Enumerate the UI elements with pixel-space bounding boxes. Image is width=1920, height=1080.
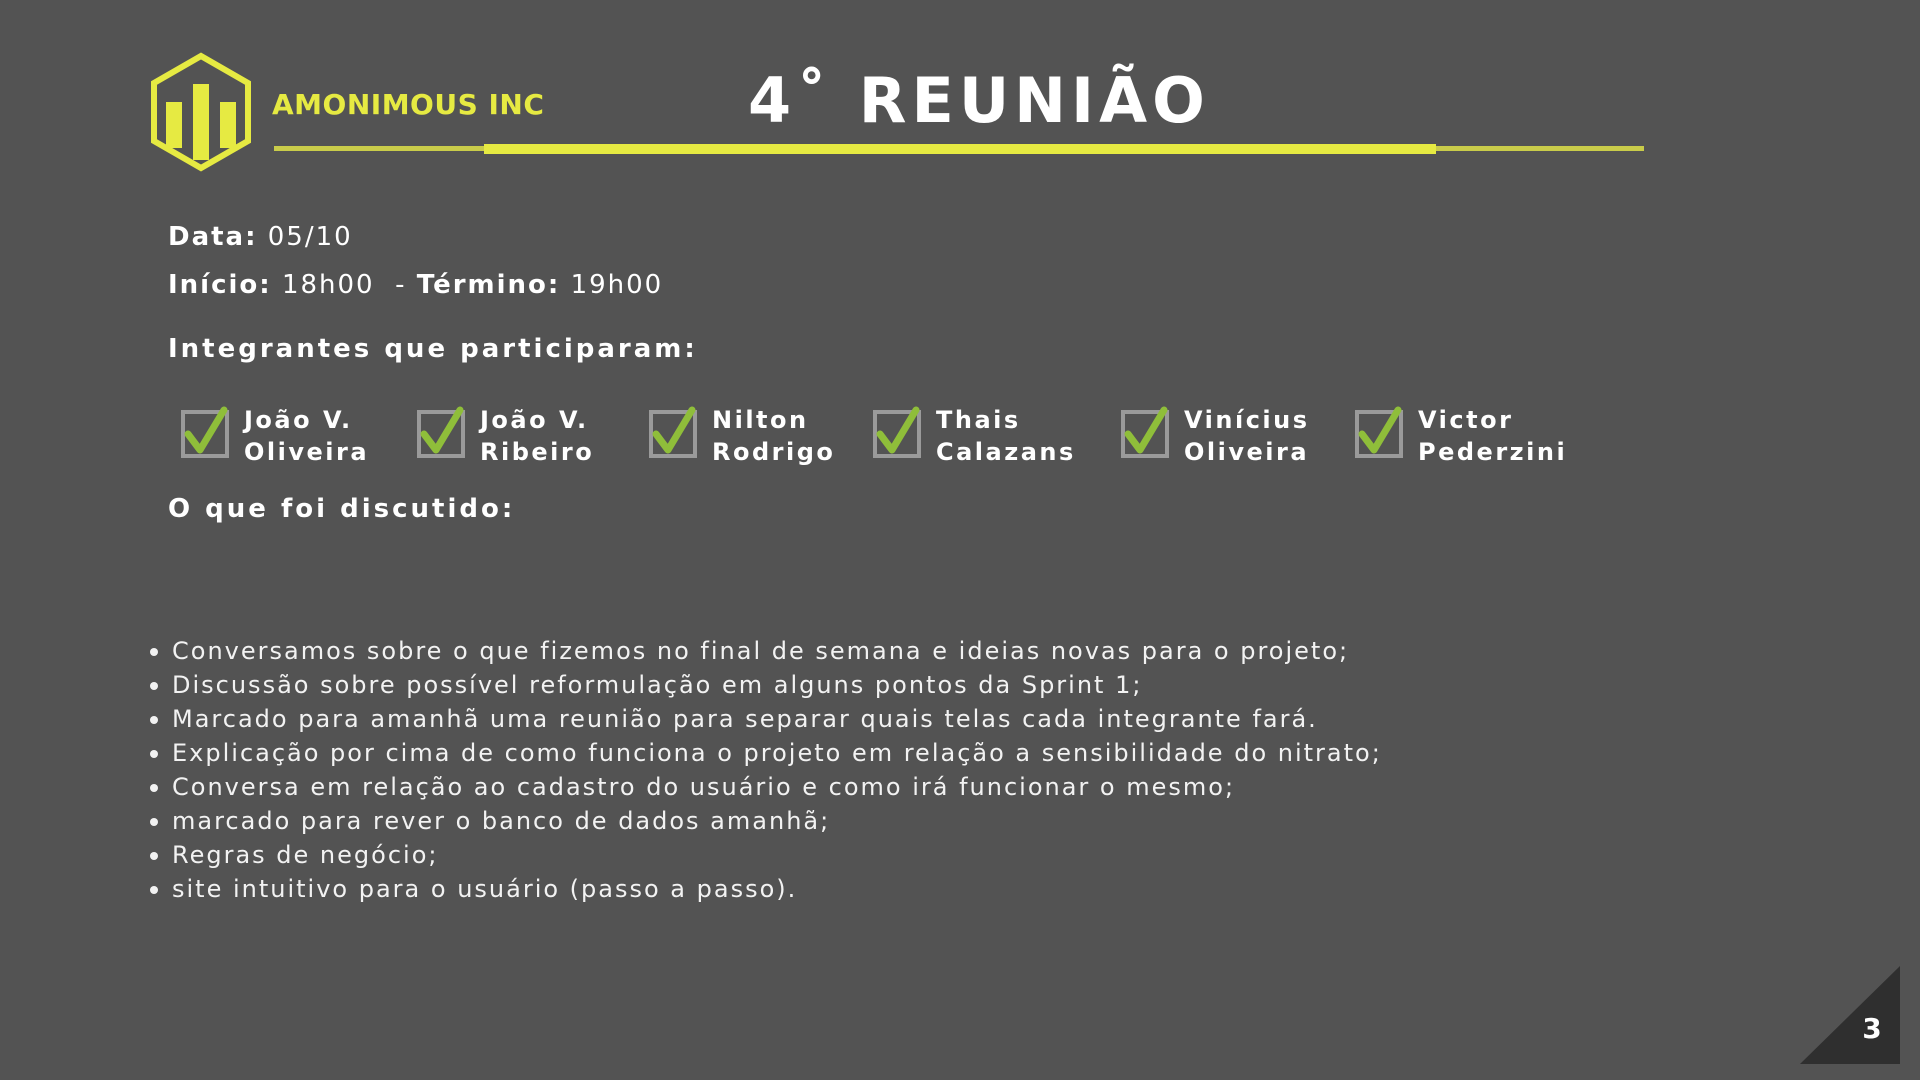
participant-name: Thais Calazans	[936, 406, 1076, 466]
page-number: 3	[1862, 1012, 1882, 1045]
checked-checkbox-icon	[873, 406, 921, 458]
meeting-date: Data: 05/10	[168, 224, 353, 250]
page-title: 4˚ REUNIÃO	[748, 64, 1210, 137]
discussed-list: Conversamos sobre o que fizemos no final…	[148, 634, 1648, 906]
start-value: 18h00	[281, 270, 375, 300]
participant-item: Victor Pederzini	[1354, 404, 1567, 466]
time-separator: -	[395, 270, 407, 300]
participants-heading: Integrantes que participaram:	[168, 334, 698, 364]
participant-name: João V. Oliveira	[244, 406, 370, 466]
meeting-time: Início: 18h00 - Término: 19h00	[168, 272, 663, 298]
discussed-heading: O que foi discutido:	[168, 494, 516, 524]
checked-checkbox-icon	[1121, 406, 1169, 458]
participant-item: João V. Oliveira	[180, 404, 369, 466]
participant-item: Vinícius Oliveira	[1120, 404, 1310, 466]
checked-checkbox-icon	[181, 406, 229, 458]
list-item: Conversamos sobre o que fizemos no final…	[148, 634, 1648, 668]
list-item: Regras de negócio;	[148, 838, 1648, 872]
end-value: 19h00	[570, 270, 664, 300]
brand-name: AMONIMOUS INC	[272, 88, 545, 121]
participant-item: Nilton Rodrigo	[648, 404, 835, 466]
participant-name: Vinícius Oliveira	[1184, 406, 1310, 466]
list-item: Explicação por cima de como funciona o p…	[148, 736, 1648, 770]
title-underline-thick	[484, 144, 1436, 154]
end-label: Término:	[416, 270, 561, 300]
checked-checkbox-icon	[1355, 406, 1403, 458]
participant-item: João V. Ribeiro	[416, 404, 594, 466]
participant-name: Victor Pederzini	[1418, 406, 1568, 466]
bar-chart-hexagon-logo-icon	[151, 52, 251, 172]
date-value: 05/10	[267, 222, 353, 252]
participant-name: João V. Ribeiro	[480, 406, 595, 466]
participant-name: Nilton Rodrigo	[712, 406, 836, 466]
list-item: Discussão sobre possível reformulação em…	[148, 668, 1648, 702]
list-item: Conversa em relação ao cadastro do usuár…	[148, 770, 1648, 804]
checked-checkbox-icon	[417, 406, 465, 458]
checked-checkbox-icon	[649, 406, 697, 458]
list-item: site intuitivo para o usuário (passo a p…	[148, 872, 1648, 906]
participant-item: Thais Calazans	[872, 404, 1076, 466]
start-label: Início:	[168, 270, 272, 300]
list-item: marcado para rever o banco de dados aman…	[148, 804, 1648, 838]
date-label: Data:	[168, 222, 258, 252]
list-item: Marcado para amanhã uma reunião para sep…	[148, 702, 1648, 736]
